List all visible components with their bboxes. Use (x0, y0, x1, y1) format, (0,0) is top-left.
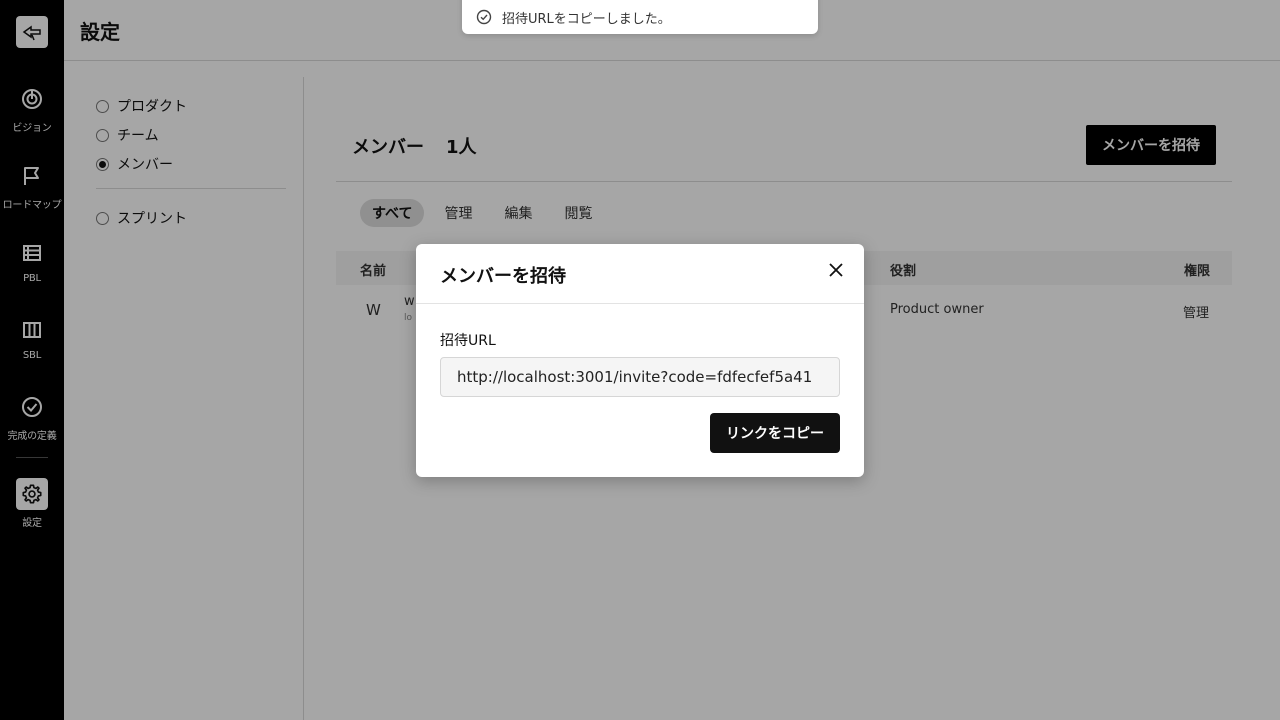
modal-header: メンバーを招待 (416, 244, 864, 304)
check-circle-icon (476, 9, 492, 25)
invite-modal: メンバーを招待 招待URL リンクをコピー (416, 244, 864, 477)
copy-toast: 招待URLをコピーしました。 (462, 0, 818, 34)
modal-title: メンバーを招待 (440, 266, 566, 287)
invite-url-field[interactable] (440, 357, 840, 397)
toast-message: 招待URLをコピーしました。 (502, 11, 671, 27)
close-icon[interactable] (822, 256, 850, 284)
copy-link-button[interactable]: リンクをコピー (710, 413, 840, 453)
invite-url-label: 招待URL (440, 333, 496, 349)
